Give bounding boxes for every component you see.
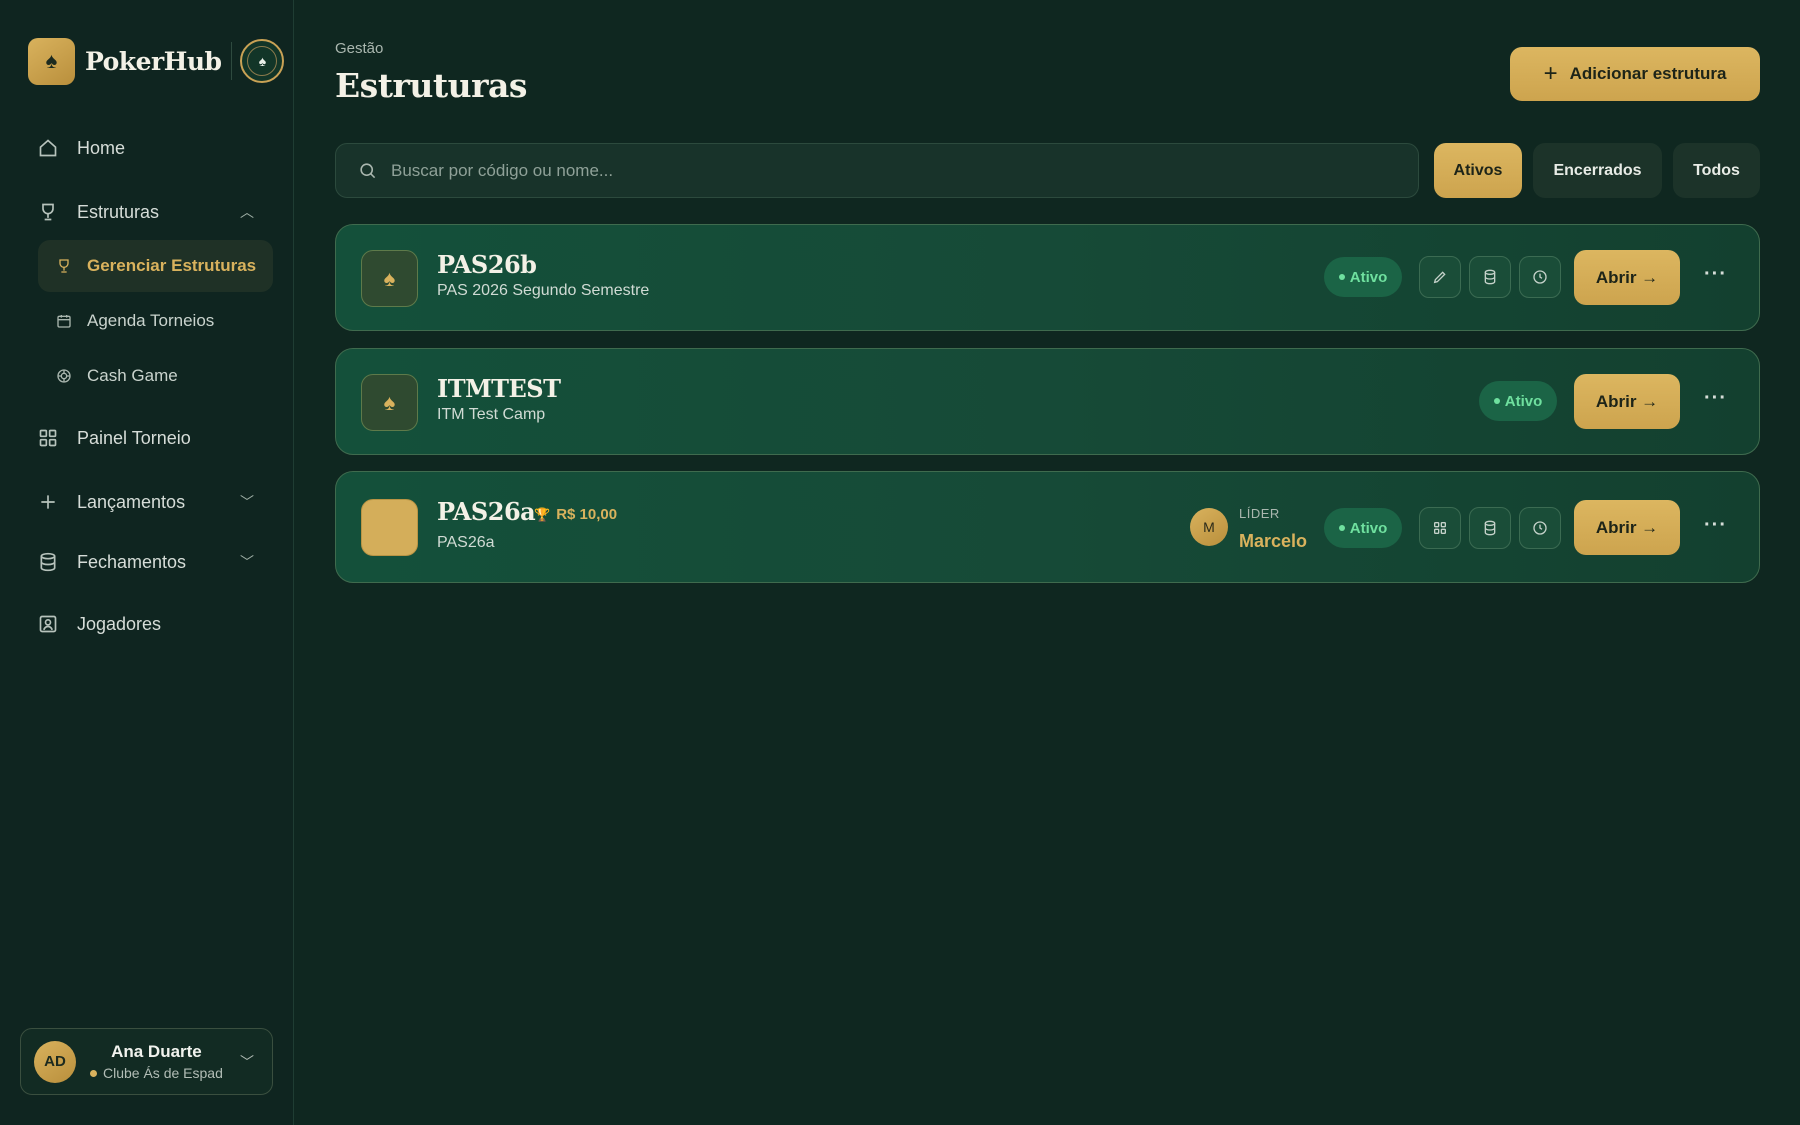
sidebar-item-label: Home: [77, 137, 126, 158]
leader-label: LÍDER: [1239, 506, 1280, 521]
chevron-down-icon: ﹀: [240, 494, 254, 510]
status-badge: Ativo: [1324, 508, 1402, 548]
trophy-icon: [37, 201, 59, 223]
sidebar-item-lancamentos[interactable]: Lançamentos ﹀: [37, 482, 254, 522]
search-bar: [335, 143, 1419, 198]
more-options-icon[interactable]: ···: [1704, 263, 1727, 286]
calendar-icon: [55, 312, 73, 330]
prize-value: R$ 10,00: [556, 506, 618, 523]
status-dot: [90, 1069, 97, 1077]
leader-avatar: M: [1190, 508, 1228, 546]
brand-name: PokerHub: [85, 46, 222, 76]
page-title: Estruturas: [335, 66, 527, 105]
avatar: AD: [34, 1040, 76, 1083]
sidebar-item-label: Lançamentos: [77, 491, 186, 512]
clock-icon: [1533, 521, 1547, 535]
chevron-down-icon: ﹀: [240, 1053, 254, 1070]
spade-icon: ♠: [361, 250, 418, 307]
filter-encerrados[interactable]: Encerrados: [1533, 143, 1662, 198]
sidebar-item-label: Cash Game: [87, 366, 178, 385]
open-button[interactable]: Abrir →: [1574, 500, 1680, 555]
sidebar-item-estruturas[interactable]: Estruturas ︿: [37, 192, 254, 232]
structure-code: PAS26b: [437, 250, 537, 279]
database-icon: [1484, 269, 1496, 285]
add-structure-label: Adicionar estrutura: [1569, 64, 1727, 83]
chevron-down-icon: ﹀: [240, 554, 254, 570]
user-club-row: Clube Ás de Espad: [90, 1065, 223, 1081]
history-button[interactable]: [1519, 256, 1561, 298]
clock-icon: [1533, 270, 1547, 284]
user-menu[interactable]: AD Ana Duarte Clube Ás de Espad ﹀: [20, 1028, 273, 1095]
sidebar-item-label: Agenda Torneios: [87, 311, 215, 330]
leader-name: Marcelo: [1239, 531, 1308, 551]
structure-card[interactable]: ♠ PAS26b PAS 2026 Segundo Semestre Ativo…: [335, 224, 1760, 331]
more-options-icon[interactable]: ···: [1704, 387, 1727, 410]
contact-icon: [37, 613, 59, 635]
sidebar-item-label: Painel Torneio: [77, 427, 191, 448]
structure-name: ITM Test Camp: [437, 406, 546, 423]
status-dot: [1493, 398, 1500, 404]
status-label: Ativo: [1349, 268, 1388, 286]
sidebar-item-home[interactable]: Home: [37, 128, 125, 168]
sidebar-item-label: Estruturas: [77, 201, 160, 222]
status-label: Ativo: [1504, 392, 1543, 410]
prize-badge: 🏆 R$ 10,00: [534, 506, 617, 523]
sidebar-item-fechamentos[interactable]: Fechamentos ﹀: [37, 542, 254, 582]
dashboard-button[interactable]: [1419, 507, 1461, 549]
grid-icon: [1434, 522, 1446, 534]
breadcrumb: Gestão: [335, 40, 384, 57]
history-button[interactable]: [1519, 507, 1561, 549]
search-icon: [358, 161, 377, 180]
structure-code: PAS26a: [437, 497, 536, 526]
open-button[interactable]: Abrir →: [1574, 374, 1680, 429]
sidebar: ♠ PokerHub ♠ Home Estruturas ︿ Gerenciar…: [0, 0, 294, 1125]
structure-name: PAS26a: [437, 534, 495, 551]
sidebar-item-label: Fechamentos: [77, 551, 187, 572]
spade-icon: ♠: [28, 37, 75, 85]
structure-card[interactable]: ♠ ITMTEST ITM Test Camp Ativo Abrir → ··…: [335, 348, 1760, 455]
sidebar-item-gerenciar-estruturas[interactable]: Gerenciar Estruturas: [38, 240, 273, 292]
structure-code: ITMTEST: [437, 374, 561, 403]
filter-ativos[interactable]: Ativos: [1434, 143, 1522, 198]
structure-card[interactable]: PAS26a 🏆 R$ 10,00 PAS26a M LÍDER Marcelo…: [335, 471, 1760, 583]
closing-button[interactable]: [1469, 256, 1511, 298]
sidebar-item-label: Gerenciar Estruturas: [87, 256, 257, 275]
sidebar-item-label: Jogadores: [77, 613, 162, 634]
grid-icon: [37, 427, 59, 449]
trophy-icon: [55, 257, 73, 275]
sidebar-item-jogadores[interactable]: Jogadores: [37, 604, 161, 644]
brand[interactable]: ♠ PokerHub ♠: [28, 37, 285, 85]
trophy-icon: 🏆: [534, 506, 551, 522]
status-label: Ativo: [1349, 519, 1388, 537]
sidebar-item-agenda-torneios[interactable]: Agenda Torneios: [38, 295, 273, 347]
closing-button[interactable]: [1469, 507, 1511, 549]
status-dot: [1338, 525, 1345, 531]
database-icon: [37, 551, 59, 573]
chip-icon: [55, 367, 73, 385]
more-options-icon[interactable]: ···: [1704, 514, 1727, 537]
club-seal-icon: ♠: [240, 39, 285, 83]
edit-button[interactable]: [1419, 256, 1461, 298]
status-dot: [1338, 274, 1345, 280]
search-input[interactable]: [391, 160, 1291, 181]
sidebar-item-cash-game[interactable]: Cash Game: [38, 350, 273, 402]
open-button[interactable]: Abrir →: [1574, 250, 1680, 305]
sidebar-item-painel-torneio[interactable]: Painel Torneio: [37, 418, 191, 458]
structure-name: PAS 2026 Segundo Semestre: [437, 282, 650, 299]
structure-icon: [361, 499, 418, 556]
database-icon: [1484, 520, 1496, 536]
status-badge: Ativo: [1324, 257, 1402, 297]
divider: [231, 42, 233, 80]
status-badge: Ativo: [1479, 381, 1557, 421]
add-structure-button[interactable]: + Adicionar estrutura: [1510, 47, 1760, 101]
plus-icon: [37, 491, 59, 513]
spade-icon: ♠: [361, 374, 418, 431]
home-icon: [37, 137, 59, 159]
chevron-up-icon: ︿: [240, 204, 254, 220]
plus-icon: +: [1543, 60, 1558, 87]
user-name: Ana Duarte: [111, 1042, 202, 1061]
user-club: Clube Ás de Espad: [103, 1065, 223, 1081]
pencil-icon: [1433, 271, 1446, 284]
filter-todos[interactable]: Todos: [1673, 143, 1760, 198]
